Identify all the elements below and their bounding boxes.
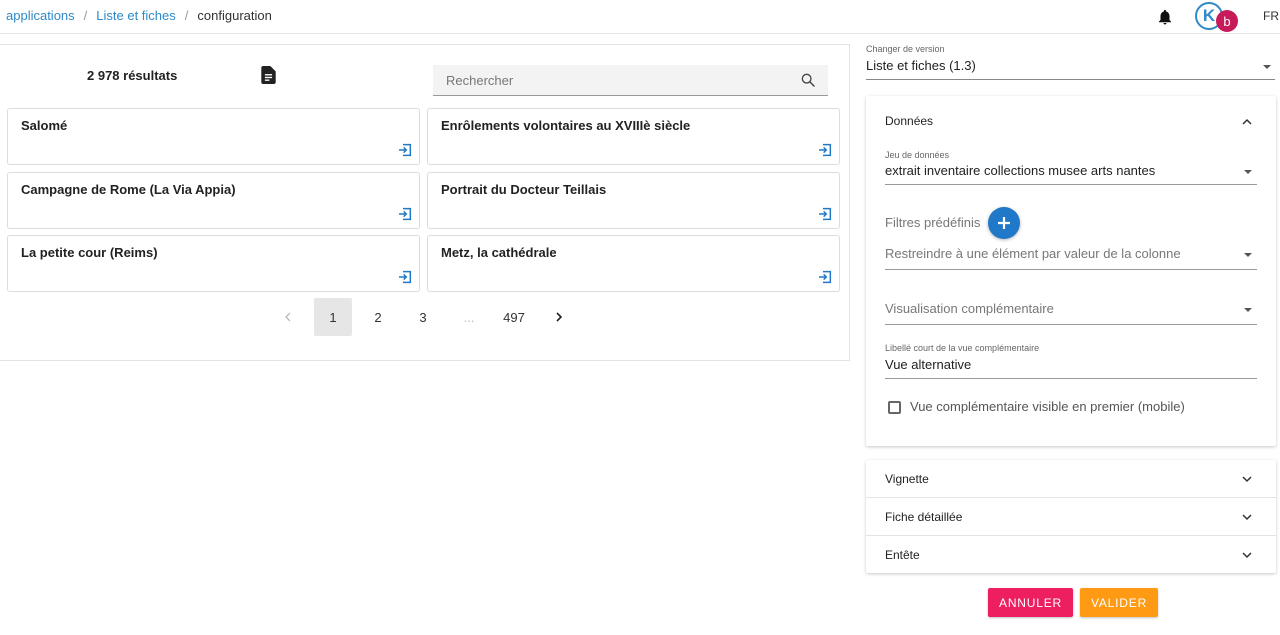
open-record-icon[interactable]: [817, 269, 833, 285]
card-title: Portrait du Docteur Teillais: [441, 182, 607, 197]
mobile-first-checkbox-label[interactable]: Vue complémentaire visible en premier (m…: [910, 399, 1185, 414]
open-record-icon[interactable]: [397, 269, 413, 285]
breadcrumb-separator: /: [184, 8, 189, 23]
version-label: Changer de version: [866, 44, 945, 54]
section-vignette[interactable]: Vignette: [866, 460, 1276, 498]
predefined-filters-label: Filtres prédéfinis: [885, 215, 981, 230]
result-card[interactable]: Portrait du Docteur Teillais: [427, 172, 840, 229]
top-bar: applications / Liste et fiches / configu…: [0, 0, 1280, 34]
dataset-select[interactable]: extrait inventaire collections musee art…: [885, 163, 1257, 185]
restrict-filter-select[interactable]: Restreindre à une élément par valeur de …: [885, 246, 1257, 270]
language-selector[interactable]: FR: [1263, 9, 1279, 23]
result-card[interactable]: La petite cour (Reims): [7, 235, 420, 292]
document-export-icon[interactable]: [261, 66, 276, 84]
section-title: Vignette: [885, 472, 929, 486]
validate-button[interactable]: VALIDER: [1080, 588, 1158, 617]
results-count: 2 978 résultats: [87, 68, 178, 83]
visualisation-placeholder: Visualisation complémentaire: [885, 301, 1054, 316]
search-input[interactable]: [433, 65, 793, 95]
breadcrumb: applications / Liste et fiches / configu…: [6, 8, 272, 23]
badge-letter: b: [1223, 13, 1231, 29]
result-card[interactable]: Campagne de Rome (La Via Appia): [7, 172, 420, 229]
plus-icon: [998, 217, 1010, 229]
chevron-down-icon: [1242, 476, 1252, 483]
chevron-left-icon: [285, 312, 291, 322]
breadcrumb-separator: /: [83, 8, 88, 23]
section-title: Entête: [885, 548, 920, 562]
pagination-page-1[interactable]: 1: [314, 298, 352, 336]
dataset-value: extrait inventaire collections musee art…: [885, 163, 1156, 178]
pagination-next-button[interactable]: [540, 298, 578, 336]
chevron-down-icon: [1242, 552, 1252, 559]
pagination-page-last[interactable]: 497: [495, 298, 533, 336]
card-title: Salomé: [21, 118, 68, 133]
donnees-panel-title[interactable]: Données: [885, 114, 933, 128]
pagination-page-3[interactable]: 3: [404, 298, 442, 336]
chevron-down-icon: [1242, 514, 1252, 521]
search-icon[interactable]: [800, 72, 816, 88]
add-filter-button[interactable]: [988, 207, 1020, 239]
visualisation-select[interactable]: Visualisation complémentaire: [885, 301, 1257, 325]
card-title: La petite cour (Reims): [21, 245, 158, 260]
cancel-button[interactable]: ANNULER: [988, 588, 1073, 617]
list-preview-panel: 2 978 résultats Salomé Enrôlements volon…: [0, 44, 850, 361]
pagination-prev-button[interactable]: [269, 298, 307, 336]
mobile-first-checkbox[interactable]: [888, 401, 901, 414]
version-select[interactable]: Liste et fiches (1.3): [866, 58, 1275, 80]
dropdown-caret-icon: [1244, 170, 1252, 174]
user-badge[interactable]: b: [1216, 10, 1238, 32]
chevron-right-icon: [556, 312, 563, 322]
search-box: [433, 65, 828, 96]
card-title: Metz, la cathédrale: [441, 245, 557, 260]
bell-icon[interactable]: [1156, 7, 1174, 27]
pagination-ellipsis: ...: [463, 309, 475, 325]
version-value: Liste et fiches (1.3): [866, 58, 976, 73]
open-record-icon[interactable]: [817, 206, 833, 222]
result-card[interactable]: Enrôlements volontaires au XVIIIè siècle: [427, 108, 840, 165]
chevron-up-icon[interactable]: [1241, 116, 1253, 128]
breadcrumb-current: configuration: [197, 8, 272, 23]
dropdown-caret-icon: [1244, 253, 1252, 257]
open-record-icon[interactable]: [397, 142, 413, 158]
short-label-value: Vue alternative: [885, 357, 972, 372]
open-record-icon[interactable]: [817, 142, 833, 158]
dropdown-caret-icon: [1244, 308, 1252, 312]
section-entete[interactable]: Entête: [866, 536, 1276, 574]
card-title: Enrôlements volontaires au XVIIIè siècle: [441, 118, 691, 133]
short-label-input[interactable]: Vue alternative: [885, 357, 1257, 379]
pagination-page-2[interactable]: 2: [359, 298, 397, 336]
config-sections: Vignette Fiche détaillée Entête: [866, 460, 1276, 573]
short-label-label: Libellé court de la vue complémentaire: [885, 343, 1040, 353]
dataset-label: Jeu de données: [885, 150, 950, 160]
card-title: Campagne de Rome (La Via Appia): [21, 182, 236, 197]
dropdown-caret-icon: [1263, 65, 1271, 69]
section-title: Fiche détaillée: [885, 510, 963, 524]
donnees-panel: Données Jeu de données extrait inventair…: [866, 96, 1276, 446]
open-record-icon[interactable]: [397, 206, 413, 222]
section-fiche-detaillee[interactable]: Fiche détaillée: [866, 498, 1276, 536]
result-card[interactable]: Metz, la cathédrale: [427, 235, 840, 292]
restrict-filter-placeholder: Restreindre à une élément par valeur de …: [885, 246, 1181, 261]
result-card[interactable]: Salomé: [7, 108, 420, 165]
breadcrumb-applications-link[interactable]: applications: [6, 8, 75, 23]
breadcrumb-liste-link[interactable]: Liste et fiches: [96, 8, 176, 23]
avatar-letter: K: [1202, 6, 1216, 25]
